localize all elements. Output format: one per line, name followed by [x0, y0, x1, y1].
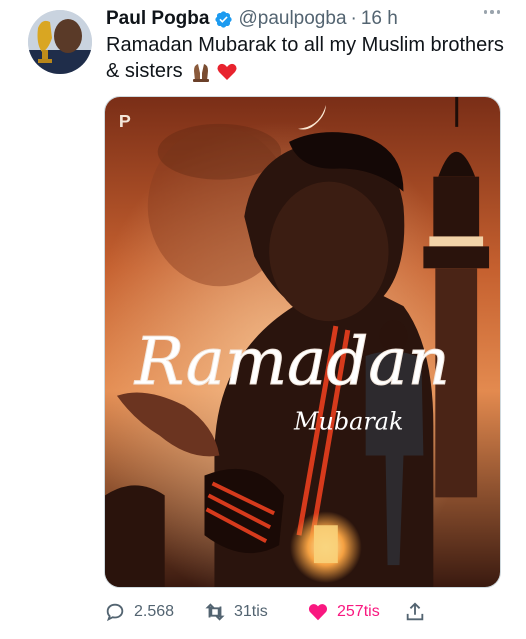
avatar-image: [28, 10, 92, 74]
tweet-media-image[interactable]: P Ramadan Mubarak: [104, 96, 501, 588]
ramadan-poster-image: P Ramadan Mubarak: [105, 97, 500, 587]
reply-count: 2.568: [134, 603, 175, 620]
separator-dot: ·: [350, 8, 357, 29]
user-handle[interactable]: @paulpogba: [238, 8, 346, 30]
like-button[interactable]: 257tis: [307, 596, 380, 628]
more-options-icon[interactable]: [483, 10, 500, 14]
share-icon: [406, 602, 424, 621]
tweet-card[interactable]: Paul Pogba @paulpogba · 16 h Ramadan Mub…: [0, 0, 526, 639]
tweet-body: Ramadan Mubarak to all my Muslim brother…: [106, 34, 504, 82]
reply-button[interactable]: 2.568: [104, 596, 174, 628]
poster-subtitle: Mubarak: [293, 408, 403, 436]
like-count: 257tis: [337, 603, 380, 620]
tweet-header: Paul Pogba @paulpogba · 16 h: [106, 6, 398, 32]
tweet-timestamp[interactable]: 16 h: [361, 8, 398, 30]
display-name[interactable]: Paul Pogba: [106, 8, 209, 30]
share-button[interactable]: [404, 596, 426, 628]
reply-icon: [106, 603, 124, 622]
tweet-actions: 2.568 31tis 257tis: [104, 596, 504, 628]
red-heart-emoji-icon: [217, 63, 237, 80]
folded-hands-emoji-icon: [193, 63, 210, 82]
avatar[interactable]: [28, 10, 92, 74]
heart-icon: [308, 604, 328, 621]
poster-logo: P: [119, 111, 131, 131]
retweet-icon: [205, 603, 225, 621]
retweet-count: 31tis: [234, 603, 268, 620]
retweet-button[interactable]: 31tis: [204, 596, 268, 628]
poster-title: Ramadan: [134, 324, 450, 400]
verified-badge-icon: [215, 10, 233, 28]
tweet-text: Ramadan Mubarak to all my Muslim brother…: [106, 32, 506, 84]
